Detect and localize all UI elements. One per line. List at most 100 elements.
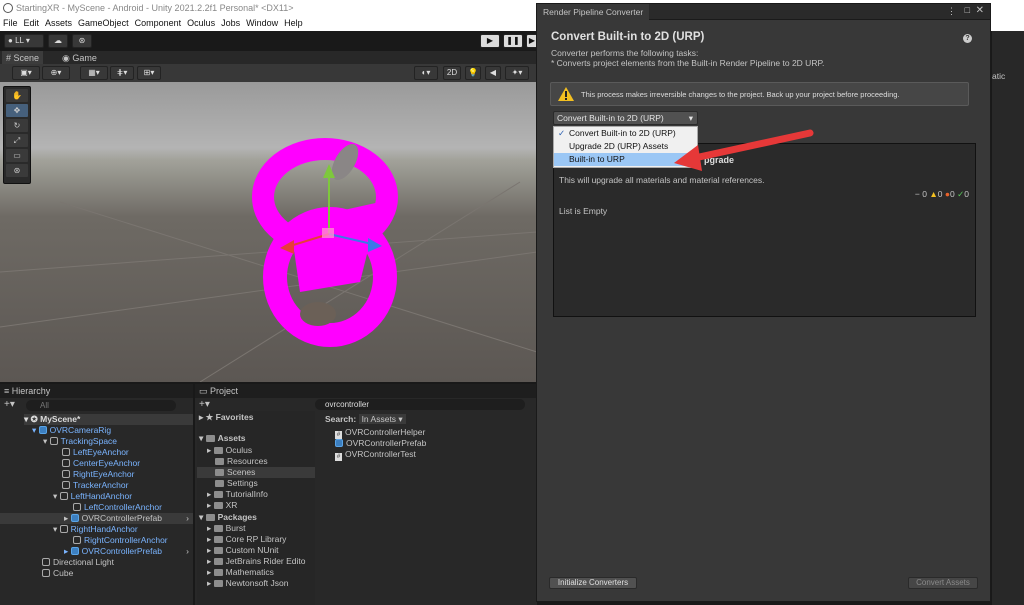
add-object-button[interactable]: +▾ xyxy=(4,399,15,410)
tab-game-label: Game xyxy=(72,53,97,63)
tree-item-trackingspace[interactable]: ▾ TrackingSpace xyxy=(43,436,117,447)
folder-settings[interactable]: Settings xyxy=(215,478,258,489)
transform-tool-icon[interactable]: ⊛ xyxy=(6,164,28,177)
tree-item-righthandanchor[interactable]: ▾ RightHandAnchor xyxy=(53,524,138,535)
folder-mathematics[interactable]: ▸ Mathematics xyxy=(207,567,274,578)
result-ovrcontrollerprefab[interactable]: OVRControllerPrefab xyxy=(335,438,426,449)
scene-tab-bar: # Scene ◉ Game xyxy=(0,51,537,65)
tab-game[interactable]: ◉ Game xyxy=(58,51,101,65)
folder-label: Settings xyxy=(227,478,258,488)
scene-gizmo-svg xyxy=(0,138,538,383)
scene-view[interactable] xyxy=(0,82,538,383)
snap-dropdown[interactable]: ⋕▾ xyxy=(110,66,134,80)
maximize-icon[interactable]: □ xyxy=(965,5,970,15)
menu-window[interactable]: Window xyxy=(246,18,278,28)
tab-scene[interactable]: # Scene xyxy=(2,51,44,65)
folder-tutorialinfo[interactable]: ▸ TutorialInfo xyxy=(207,489,268,500)
help-icon[interactable]: ? xyxy=(963,34,972,43)
packages-folder[interactable]: ▾ Packages xyxy=(199,512,257,523)
initialize-converters-button[interactable]: Initialize Converters xyxy=(549,577,637,589)
menu-gameobject[interactable]: GameObject xyxy=(78,18,129,28)
tree-item-rightcontrolleranchor[interactable]: RightControllerAnchor xyxy=(73,535,168,546)
draw-mode-dropdown[interactable]: ◐▾ xyxy=(414,66,438,80)
tree-item-trackeranchor[interactable]: TrackerAnchor xyxy=(62,480,128,491)
rotate-tool-icon[interactable]: ↻ xyxy=(6,119,28,132)
result-label: OVRControllerPrefab xyxy=(346,438,427,448)
effects-dropdown[interactable]: ✦▾ xyxy=(505,66,529,80)
assets-folder[interactable]: ▾ Assets xyxy=(199,433,246,444)
converter-type-dropdown[interactable]: Convert Built-in to 2D (URP) ▾ xyxy=(553,111,698,125)
cloud-icon[interactable]: ☁ xyxy=(48,34,68,48)
tab-scene-label: Scene xyxy=(13,53,40,63)
lighting-icon[interactable]: 💡 xyxy=(465,66,481,80)
folder-core-rp-library[interactable]: ▸ Core RP Library xyxy=(207,534,286,545)
tree-item-ovrcontrollerprefab-left[interactable]: ▸ OVRControllerPrefab › xyxy=(0,513,193,524)
audio-icon[interactable]: ◀ xyxy=(485,66,501,80)
project-tab[interactable]: ▭ Project xyxy=(195,384,537,398)
chevron-right-icon[interactable]: › xyxy=(186,546,189,557)
folder-icon xyxy=(205,435,215,442)
menu-file[interactable]: File xyxy=(3,18,18,28)
chevron-right-icon[interactable]: › xyxy=(186,513,189,524)
folder-label: Oculus xyxy=(225,445,253,455)
mode-2d-toggle[interactable]: 2D xyxy=(443,66,461,80)
shading-mode-dropdown[interactable]: ▣▾ xyxy=(12,66,40,80)
convert-assets-button[interactable]: Convert Assets xyxy=(908,577,978,589)
gameobject-icon xyxy=(73,503,81,511)
globe-dropdown[interactable]: ⊕▾ xyxy=(42,66,70,80)
folder-burst[interactable]: ▸ Burst xyxy=(207,523,245,534)
tree-item-ovrcamerarig[interactable]: ▾ OVRCameraRig xyxy=(32,425,111,436)
tree-item-cube[interactable]: Cube xyxy=(42,568,73,579)
result-ovrcontrollerhelper[interactable]: # OVRControllerHelper xyxy=(335,427,425,439)
tree-item-ovrcontrollerprefab-right[interactable]: ▸ OVRControllerPrefab › xyxy=(64,546,193,557)
increment-dropdown[interactable]: ⊞▾ xyxy=(137,66,161,80)
more-options-icon[interactable]: ⋮ xyxy=(947,6,956,17)
folder-custom-nunit[interactable]: ▸ Custom NUnit xyxy=(207,545,279,556)
folder-resources[interactable]: Resources xyxy=(215,456,268,467)
tree-item-directional-light[interactable]: Directional Light xyxy=(42,557,114,568)
menu-jobs[interactable]: Jobs xyxy=(221,18,240,28)
tree-item-leftcontrolleranchor[interactable]: LeftControllerAnchor xyxy=(73,502,162,513)
tree-item-lefthandanchor[interactable]: ▾ LeftHandAnchor xyxy=(53,491,132,502)
search-scope-dropdown[interactable]: In Assets ▾ xyxy=(358,414,406,424)
menu-assets[interactable]: Assets xyxy=(45,18,72,28)
tree-item-lefteyeanchor[interactable]: LeftEyeAnchor xyxy=(62,447,129,458)
move-tool-icon[interactable]: ✥ xyxy=(6,104,28,117)
grid-dropdown[interactable]: ▦▾ xyxy=(80,66,108,80)
menu-component[interactable]: Component xyxy=(135,18,182,28)
hierarchy-search-input[interactable]: All xyxy=(26,400,176,411)
account-dropdown[interactable]: ● LL ▾ xyxy=(4,34,44,48)
scale-tool-icon[interactable]: ⤢ xyxy=(6,134,28,147)
menu-help[interactable]: Help xyxy=(284,18,303,28)
search-label: Search: xyxy=(325,414,357,424)
result-ovrcontrollertest[interactable]: # OVRControllerTest xyxy=(335,449,416,461)
tree-item-righteyeanchor[interactable]: RightEyeAnchor xyxy=(62,469,134,480)
tree-label: Cube xyxy=(53,568,74,578)
menu-oculus[interactable]: Oculus xyxy=(187,18,215,28)
folder-icon xyxy=(213,491,223,498)
folder-xr[interactable]: ▸ XR xyxy=(207,500,237,511)
menu-edit[interactable]: Edit xyxy=(24,18,40,28)
pause-button[interactable]: ❚❚ xyxy=(503,34,523,48)
tree-item-centereyeanchor[interactable]: CenterEyeAnchor xyxy=(62,458,140,469)
close-icon[interactable]: ✕ xyxy=(976,5,984,16)
folder-scenes[interactable]: Scenes xyxy=(197,467,315,478)
collab-icon[interactable]: ⊛ xyxy=(72,34,92,48)
project-search-input[interactable]: ovrcontroller xyxy=(315,399,525,410)
tree-scene-root[interactable]: ▾ ✪ MyScene* xyxy=(24,414,193,425)
hierarchy-tab[interactable]: ≡ Hierarchy xyxy=(0,384,193,398)
folder-jetbrains-rider[interactable]: ▸ JetBrains Rider Edito xyxy=(207,556,305,567)
rect-tool-icon[interactable]: ▭ xyxy=(6,149,28,162)
folder-newtonsoft-json[interactable]: ▸ Newtonsoft Json xyxy=(207,578,288,589)
project-title: Project xyxy=(210,386,239,396)
tree-label: MyScene* xyxy=(40,414,81,424)
favorites-item[interactable]: ▸ ★ Favorites xyxy=(199,412,253,423)
gameobject-icon xyxy=(42,569,50,577)
folder-oculus[interactable]: ▸ Oculus xyxy=(207,445,252,456)
warning-icon xyxy=(558,87,574,101)
hand-tool-icon[interactable]: ✋ xyxy=(6,89,28,102)
converter-tab[interactable]: Render Pipeline Converter xyxy=(537,4,650,20)
tree-label: LeftEyeAnchor xyxy=(73,447,129,457)
play-button[interactable]: ▶ xyxy=(480,34,500,48)
create-asset-button[interactable]: +▾ xyxy=(199,399,210,410)
